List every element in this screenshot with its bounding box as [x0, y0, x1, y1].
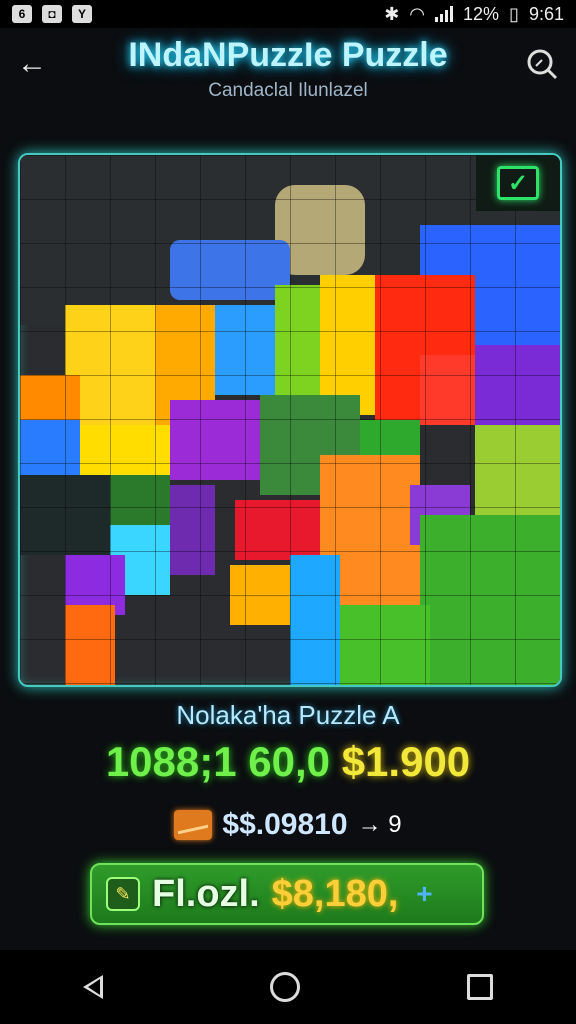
system-nav-bar — [0, 950, 576, 1024]
purchase-button-price: $8,180, — [271, 872, 399, 915]
puzzle-board[interactable]: ✓ — [18, 153, 562, 687]
puzzle-name: Nolaka'ha Puzzle A — [176, 700, 400, 730]
plus-icon[interactable]: + — [410, 878, 438, 909]
nav-recent-icon[interactable] — [466, 974, 493, 1000]
nav-back-icon[interactable] — [83, 975, 104, 999]
purchase-button[interactable]: ✎ Fl.ozl. $8,180, + — [90, 863, 484, 925]
wifi-icon: ◠ — [409, 3, 426, 24]
bluetooth-icon: ✱ — [384, 3, 400, 24]
notification-icon-2: ◘ — [42, 5, 62, 23]
battery-level: 12% — [463, 3, 500, 24]
notification-icon-1: 6 — [12, 5, 32, 23]
purchase-button-label: Fl.ozl. — [152, 872, 260, 915]
envelope-icon — [174, 810, 213, 840]
completion-indicator: ✓ — [476, 155, 560, 211]
nav-home-icon[interactable] — [269, 972, 300, 1002]
battery-icon: ▯ — [509, 3, 519, 24]
app-header: ← INdaNPuzzIe Puzzle Candaclal Ilunlazel — [0, 28, 576, 128]
stat-primary: 1088;1 60,0 — [105, 738, 331, 785]
checkmark-icon: ✓ — [497, 166, 539, 200]
piece-grid — [20, 155, 560, 685]
clock: 9:61 — [528, 3, 564, 24]
page-subtitle: Candaclal Ilunlazel — [208, 80, 368, 101]
stat-price: $1.900 — [341, 738, 471, 785]
reward-line: $$.09810 → 9 — [0, 808, 576, 842]
search-icon[interactable] — [524, 46, 560, 82]
status-indicators: ✱ ◠ 12% ▯ 9:61 — [384, 4, 564, 25]
reward-amount: $$.09810 — [222, 808, 348, 841]
status-bar: 6 ◘ Y ✱ ◠ 12% ▯ 9:61 — [0, 0, 576, 28]
page-title: INdaNPuzzIe Puzzle — [128, 36, 448, 74]
stats-line: 1088;1 60,0 $1.900 — [0, 738, 576, 786]
notification-icon-3: Y — [72, 5, 92, 23]
notification-icons: 6 ◘ Y — [12, 5, 92, 23]
reward-arrow: → 9 — [357, 811, 402, 838]
signal-icon — [435, 6, 454, 22]
leaf-pencil-icon: ✎ — [106, 877, 140, 911]
